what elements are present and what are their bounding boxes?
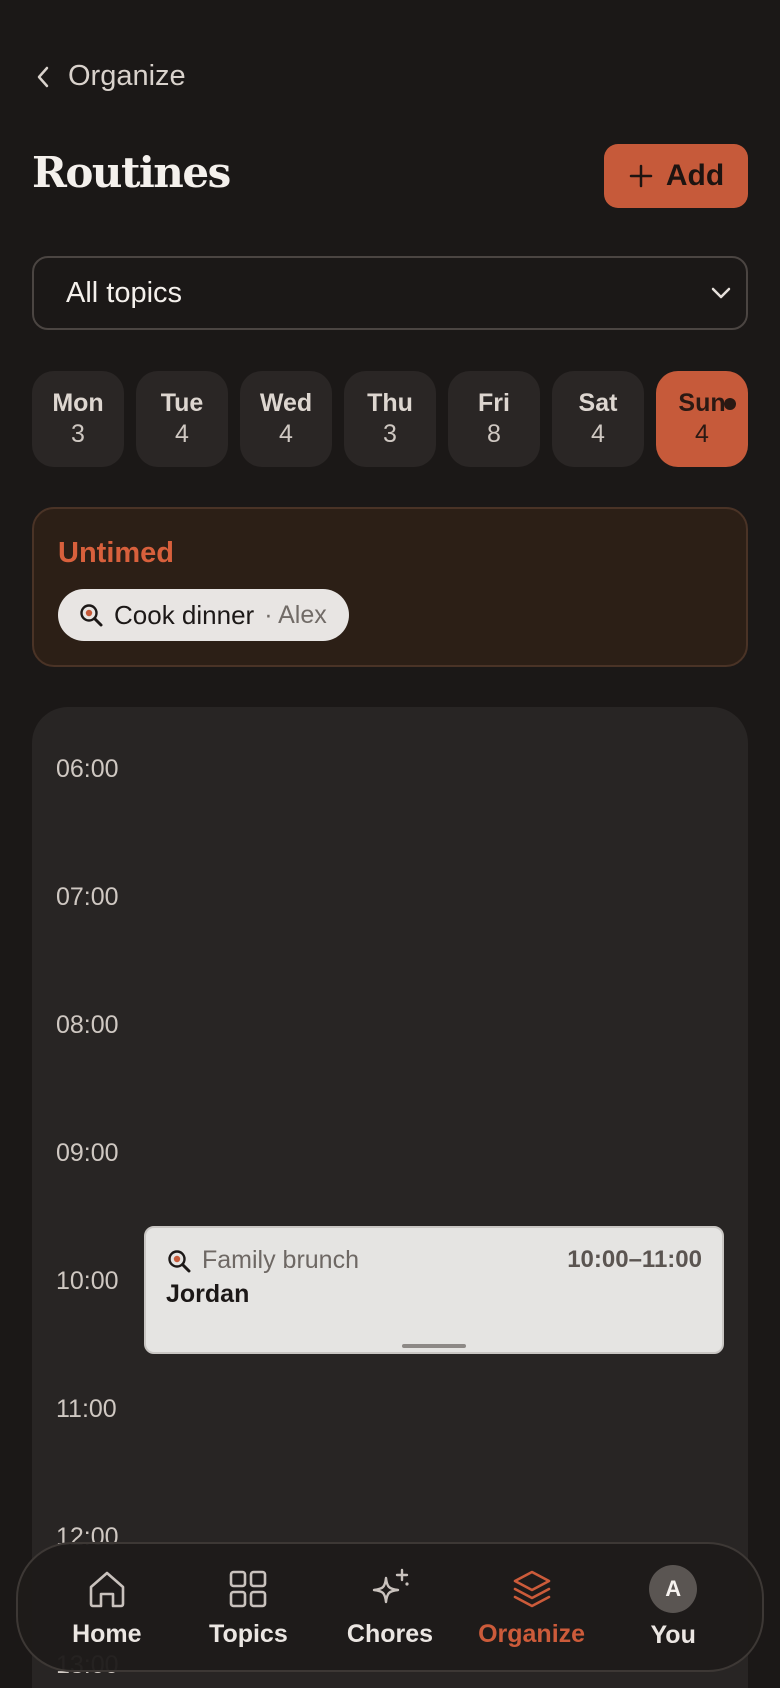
routines-screen: Organize Routines Add All topics Mon 3 T… xyxy=(0,0,780,1688)
nav-label: Organize xyxy=(478,1619,586,1648)
day-name: Fri xyxy=(478,388,510,417)
avatar: A xyxy=(649,1564,698,1613)
nav-label: You xyxy=(650,1620,696,1649)
hour-label: 10:00 xyxy=(56,1267,119,1295)
nav-label: Home xyxy=(72,1619,142,1648)
chevron-left-icon xyxy=(37,66,49,87)
day-tab-fri[interactable]: Fri 8 xyxy=(448,371,540,467)
plus-icon xyxy=(629,164,653,188)
nav-label: Topics xyxy=(209,1619,288,1648)
day-count: 4 xyxy=(175,420,189,448)
nav-item-topics[interactable]: Topics xyxy=(183,1566,313,1649)
topic-filter-value: All topics xyxy=(66,276,183,309)
day-tab-sun[interactable]: Sun 4 xyxy=(656,371,748,467)
day-name: Thu xyxy=(367,388,413,417)
grid-icon xyxy=(230,1570,267,1607)
untimed-title: Untimed xyxy=(58,537,174,569)
day-count: 4 xyxy=(591,420,605,448)
add-label: Add xyxy=(665,159,725,192)
back-link[interactable]: Organize xyxy=(34,60,186,93)
bottom-nav: Home Topics Chores Organize A You xyxy=(16,1542,764,1672)
frying-pan-icon xyxy=(80,604,103,627)
day-timeline[interactable]: 06:00 07:00 08:00 09:00 10:00 11:00 12:0… xyxy=(32,707,748,1688)
day-count: 8 xyxy=(487,420,501,448)
today-dot-icon xyxy=(724,398,736,410)
nav-item-organize[interactable]: Organize xyxy=(467,1566,597,1649)
back-label: Organize xyxy=(68,60,186,92)
event-title: Family brunch xyxy=(202,1246,359,1274)
nav-item-you[interactable]: A You xyxy=(608,1564,738,1650)
topic-filter-select[interactable]: All topics xyxy=(32,256,748,330)
day-tab-tue[interactable]: Tue 4 xyxy=(136,371,228,467)
chip-label: Cook dinner xyxy=(114,599,255,630)
event-title-row: Family brunch xyxy=(166,1246,359,1275)
day-count: 4 xyxy=(695,420,709,448)
nav-label: Chores xyxy=(346,1619,434,1648)
day-count: 3 xyxy=(71,420,85,448)
day-count: 3 xyxy=(383,420,397,448)
day-tab-thu[interactable]: Thu 3 xyxy=(344,371,436,467)
hour-label: 07:00 xyxy=(56,883,119,911)
layers-icon xyxy=(513,1570,550,1607)
event-card[interactable]: Family brunch 10:00–11:00 Jordan xyxy=(144,1226,724,1354)
page-title: Routines xyxy=(32,148,231,197)
day-selector: Mon 3 Tue 4 Wed 4 Thu 3 Fri 8 Sat 4 Sun … xyxy=(32,371,748,467)
day-tab-sat[interactable]: Sat 4 xyxy=(552,371,644,467)
resize-handle[interactable] xyxy=(402,1344,466,1348)
hour-label: 09:00 xyxy=(56,1139,119,1167)
chip-assignee: · Alex xyxy=(264,600,327,629)
day-tab-mon[interactable]: Mon 3 xyxy=(32,371,124,467)
nav-item-home[interactable]: Home xyxy=(42,1566,172,1649)
nav-item-chores[interactable]: Chores xyxy=(325,1566,455,1649)
hour-label: 08:00 xyxy=(56,1011,119,1039)
untimed-section: Untimed Cook dinner · Alex xyxy=(32,507,748,667)
day-name: Wed xyxy=(259,388,313,417)
day-name: Tue xyxy=(160,388,204,417)
day-name: Sun xyxy=(678,388,726,417)
hour-label: 06:00 xyxy=(56,755,119,783)
sparkle-icon xyxy=(372,1568,409,1603)
home-icon xyxy=(89,1571,125,1607)
day-tab-wed[interactable]: Wed 4 xyxy=(240,371,332,467)
event-time: 10:00–11:00 xyxy=(567,1246,702,1273)
hour-label: 11:00 xyxy=(56,1395,117,1423)
day-name: Mon xyxy=(52,388,104,417)
day-count: 4 xyxy=(279,420,293,448)
day-name: Sat xyxy=(578,388,618,417)
frying-pan-icon xyxy=(168,1249,191,1272)
untimed-routine-chip[interactable]: Cook dinner · Alex xyxy=(58,589,349,641)
chevron-down-icon xyxy=(711,287,731,299)
add-routine-button[interactable]: Add xyxy=(604,144,748,208)
event-assignee: Jordan xyxy=(166,1280,250,1308)
